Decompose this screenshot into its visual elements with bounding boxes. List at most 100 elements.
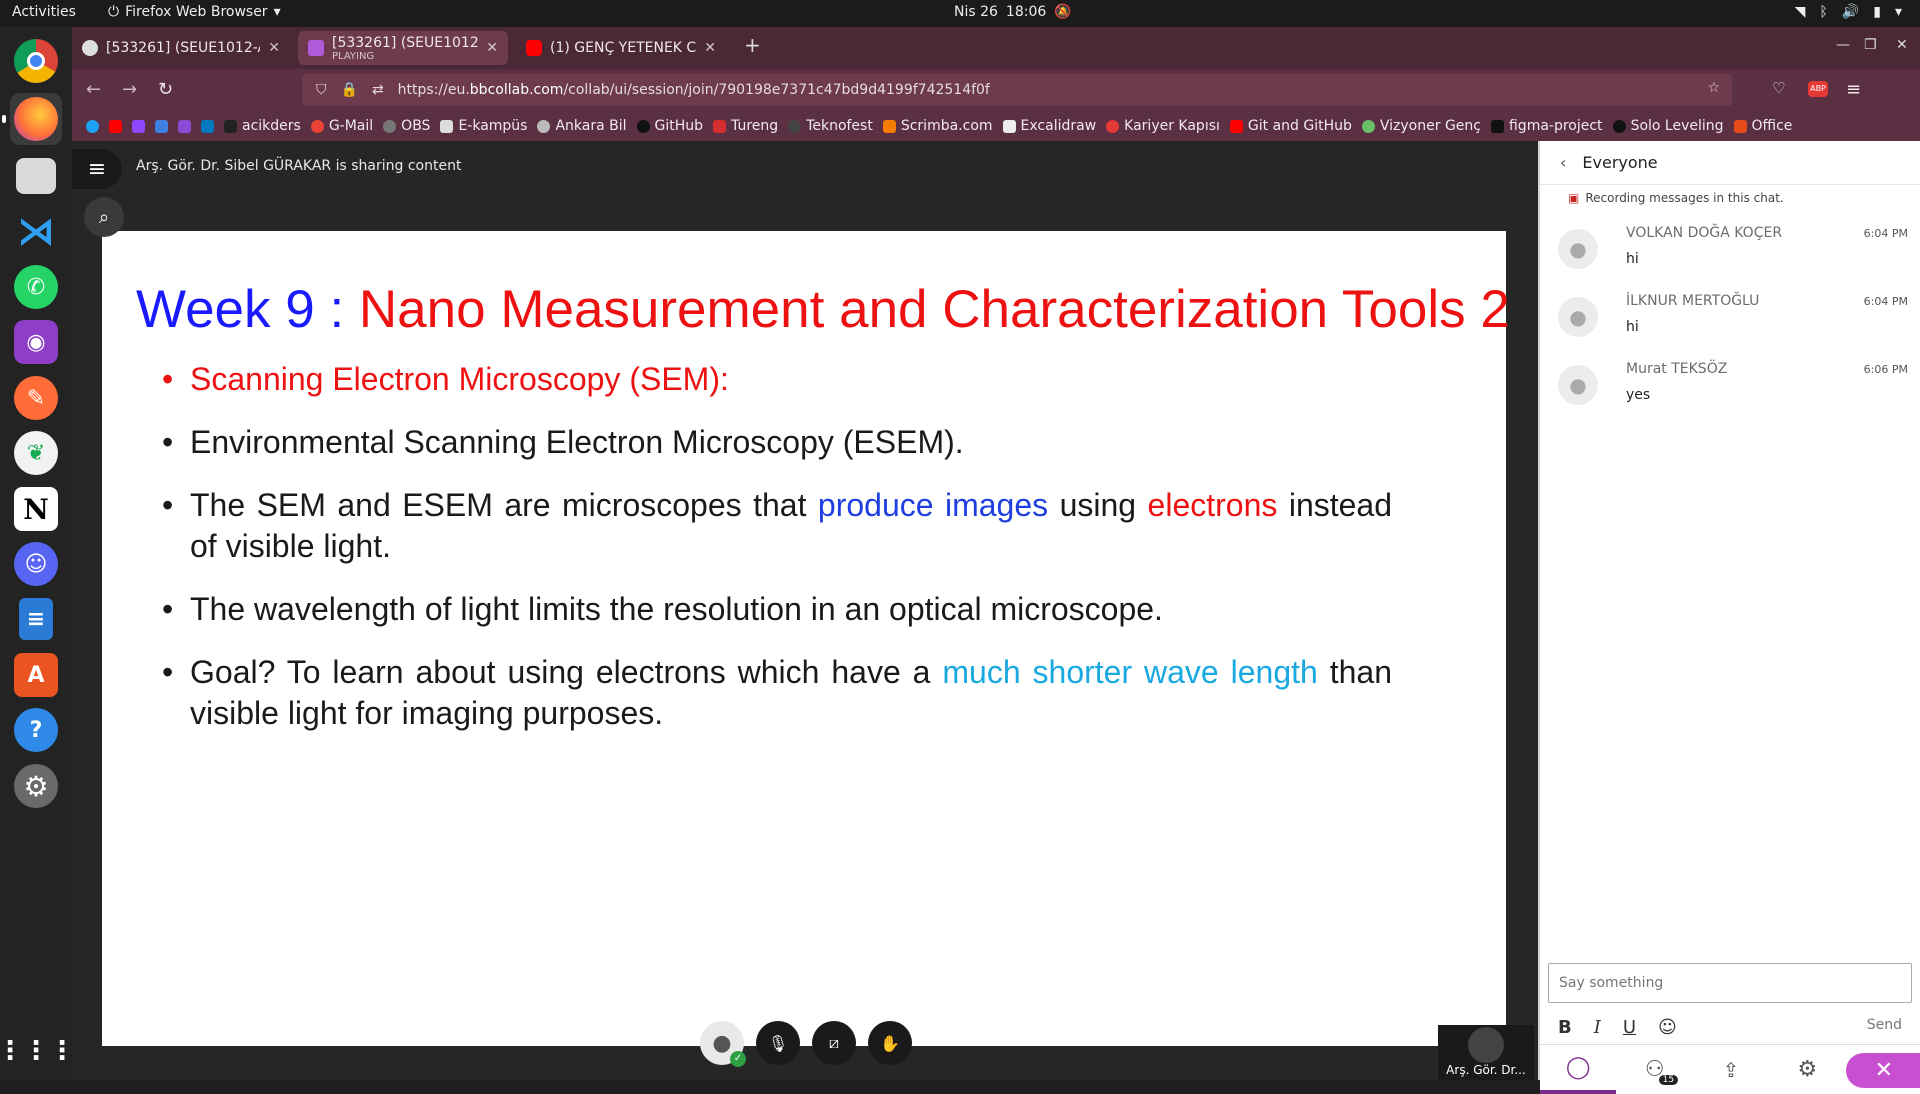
clock[interactable]: Nis 26 18:06 🔕	[954, 4, 1072, 20]
bookmark-icon[interactable]	[178, 119, 191, 133]
camera-button[interactable]: ⧄	[812, 1021, 856, 1065]
emoji-button[interactable]: ☺	[1658, 1017, 1677, 1038]
bold-button[interactable]: B	[1558, 1017, 1572, 1038]
system-tray[interactable]: ◥ ᛒ 🔊 ▮ ▾	[1795, 4, 1902, 20]
tab-strip: [533261] (SEUE1012-A) N ✕ [533261] (SEUE…	[72, 27, 1920, 69]
back-button[interactable]: ←	[86, 79, 101, 100]
underline-button[interactable]: U	[1623, 1017, 1636, 1038]
bookmark-acikders[interactable]: acikders	[224, 118, 301, 134]
files-icon[interactable]	[10, 150, 62, 202]
app-grid-icon[interactable]: ⋮⋮⋮	[0, 1025, 75, 1077]
bookmark-star-icon[interactable]: ☆	[1707, 80, 1720, 96]
chat-bubble-icon: ◯	[1565, 1055, 1591, 1080]
attendees-tab[interactable]: ⚇ 15	[1616, 1045, 1692, 1094]
mongodb-icon[interactable]: ❦	[10, 427, 62, 479]
raise-hand-button[interactable]: ✋	[868, 1021, 912, 1065]
bookmark-excalidraw[interactable]: Excalidraw	[1002, 118, 1096, 134]
bookmark-gmail[interactable]: G-Mail	[310, 118, 373, 134]
bookmark-teknofest[interactable]: Teknofest	[788, 118, 873, 134]
time-label: 18:06	[1005, 4, 1047, 20]
share-tab[interactable]: ⇪	[1693, 1045, 1769, 1094]
close-tab-icon[interactable]: ✕	[268, 40, 280, 56]
discord-icon[interactable]: ☺	[10, 538, 62, 590]
bookmark-ankara-bil[interactable]: Ankara Bil	[537, 118, 627, 134]
restore-button[interactable]: ❐	[1864, 37, 1877, 53]
tab-1[interactable]: [533261] (SEUE1012-A) N ✕	[72, 31, 290, 65]
presenter-avatar	[1468, 1027, 1504, 1063]
slide-title-week: Week 9 :	[136, 280, 345, 339]
close-icon: ✕	[1874, 1058, 1894, 1083]
twitter-bookmark-icon[interactable]	[86, 119, 99, 133]
twitch-bookmark-icon[interactable]	[132, 119, 145, 133]
system-top-bar: Activities ⏻ Firefox Web Browser ▾ Nis 2…	[0, 0, 1920, 27]
firefox-icon[interactable]	[2, 93, 62, 145]
bookmark-ekampus[interactable]: E-kampüs	[440, 118, 527, 134]
pocket-icon[interactable]: ♡	[1772, 79, 1785, 97]
bookmark-kariyer-kapisi[interactable]: Kariyer Kapısı	[1106, 118, 1220, 134]
software-center-icon[interactable]: A	[10, 649, 62, 701]
tab-3[interactable]: (1) GENÇ YETENEK CİVCİ ✕	[516, 31, 726, 65]
shield-icon[interactable]: ⛉	[316, 82, 327, 98]
lock-icon[interactable]: 🔒	[341, 82, 358, 98]
permissions-icon[interactable]: ⇄	[372, 82, 384, 98]
close-tab-icon[interactable]: ✕	[704, 40, 716, 56]
youtube-bookmark-icon[interactable]	[109, 119, 122, 133]
bookmark-figma-project[interactable]: figma-project	[1490, 118, 1603, 134]
battery-icon: ▮	[1873, 4, 1881, 20]
bookmark-office[interactable]: Office	[1733, 118, 1792, 134]
my-status-button[interactable]: ● ✓	[700, 1021, 746, 1067]
chat-tab[interactable]: ◯	[1540, 1045, 1617, 1094]
chevron-down-icon: ▾	[273, 4, 281, 20]
hamburger-menu-icon[interactable]: ≡	[1846, 79, 1861, 100]
help-icon[interactable]: ?	[10, 704, 62, 756]
activities-button[interactable]: Activities	[12, 4, 76, 20]
presentation-stage: ≡ Arş. Gör. Dr. Sibel GÜRAKAR is sharing…	[72, 141, 1538, 1080]
chat-input[interactable]	[1548, 963, 1912, 1003]
notion-icon[interactable]: N	[10, 483, 62, 535]
url-bar[interactable]: ⛉ 🔒 ⇄ https://eu.bbcollab.com/collab/ui/…	[302, 74, 1732, 106]
chrome-icon[interactable]	[10, 35, 62, 87]
new-tab-button[interactable]: +	[744, 33, 761, 57]
user-avatar-icon: ●	[712, 1030, 732, 1056]
notifications-muted-icon: 🔕	[1054, 4, 1072, 20]
app-menu-label: Firefox Web Browser	[125, 4, 268, 20]
back-chevron-icon[interactable]: ‹	[1560, 153, 1566, 172]
presenter-tile[interactable]: Arş. Gör. Dr...	[1438, 1025, 1534, 1080]
bookmark-git-and-github[interactable]: Git and GitHub	[1229, 118, 1352, 134]
italic-button[interactable]: I	[1594, 1017, 1601, 1038]
collab-favicon-icon	[82, 40, 98, 56]
vscode-icon[interactable]: ⋊	[10, 205, 62, 257]
whatsapp-icon[interactable]: ✆	[10, 261, 62, 313]
forward-button[interactable]: →	[122, 79, 137, 100]
bookmark-tureng[interactable]: Tureng	[713, 118, 778, 134]
session-menu-button[interactable]: ≡	[72, 149, 122, 189]
zoom-content-button[interactable]: ⌕	[84, 197, 124, 237]
close-panel-button[interactable]: ✕	[1845, 1053, 1920, 1088]
postman-icon[interactable]: ✎	[10, 372, 62, 424]
settings-tab[interactable]: ⚙	[1769, 1045, 1845, 1094]
writer-icon[interactable]: ≡	[10, 593, 62, 645]
app-menu[interactable]: ⏻ Firefox Web Browser ▾	[108, 4, 281, 20]
status-check-icon: ✓	[730, 1051, 746, 1067]
microphone-button[interactable]: 🎙	[756, 1021, 800, 1065]
bookmark-vizyoner-genc[interactable]: Vizyoner Genç	[1361, 118, 1481, 134]
github-icon[interactable]: ◉	[10, 316, 62, 368]
close-window-button[interactable]: ✕	[1896, 37, 1908, 53]
bookmark-github[interactable]: GitHub	[636, 118, 703, 134]
adblock-icon[interactable]: ABP	[1808, 81, 1828, 97]
bookmark-icon[interactable]	[155, 119, 168, 133]
bookmark-scrimba[interactable]: Scrimba.com	[882, 118, 993, 134]
reload-button[interactable]: ↻	[158, 79, 173, 100]
bookmark-solo-leveling[interactable]: Solo Leveling	[1612, 118, 1724, 134]
settings-icon[interactable]: ⚙	[10, 760, 62, 812]
trello-bookmark-icon[interactable]	[201, 119, 214, 133]
tab-2[interactable]: [533261] (SEUE1012-A) NPLAYING ✕	[298, 31, 508, 65]
message-time: 6:04 PM	[1863, 227, 1908, 240]
close-tab-icon[interactable]: ✕	[486, 40, 498, 56]
send-button[interactable]: Send	[1867, 1017, 1902, 1033]
bookmark-obs[interactable]: OBS	[383, 118, 430, 134]
tab-title: [533261] (SEUE1012-A) N	[332, 34, 479, 51]
bookmarks-bar: acikders G-Mail OBS E-kampüs Ankara Bil …	[72, 111, 1920, 141]
chat-panel: ‹ Everyone ▣ Recording messages in this …	[1538, 141, 1920, 1094]
minimize-button[interactable]: —	[1836, 37, 1850, 53]
